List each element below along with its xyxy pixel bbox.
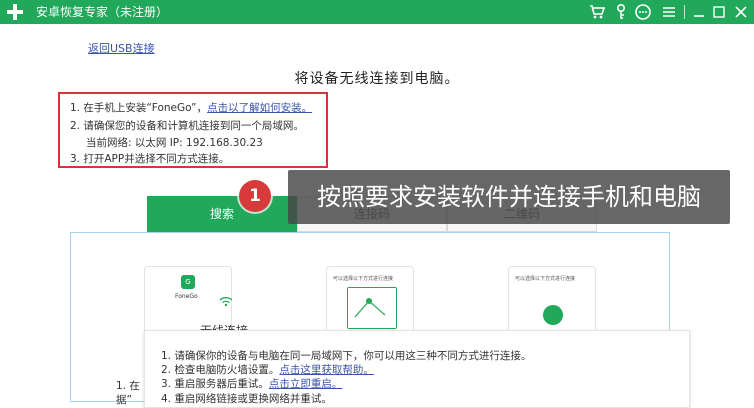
wifi-icon bbox=[219, 297, 233, 307]
close-icon[interactable] bbox=[732, 3, 750, 21]
cart-icon[interactable] bbox=[588, 3, 606, 21]
card-3-title: 可以选择以下方式进行连接 bbox=[515, 276, 576, 282]
note-2: 2. 检查电脑防火墙设置。点击这里获取帮助。 bbox=[161, 362, 374, 377]
back-to-usb-link[interactable]: 返回USB连接 bbox=[88, 40, 155, 56]
network-info: 当前网络: 以太网 IP: 192.168.30.23 bbox=[86, 137, 263, 149]
maximize-icon[interactable] bbox=[710, 3, 728, 21]
note-3-text: 3. 重启服务器后重试。 bbox=[161, 378, 269, 390]
tab-search[interactable]: 搜索 bbox=[147, 196, 297, 232]
titlebar-separator bbox=[684, 5, 685, 19]
qr-graphic bbox=[543, 305, 563, 325]
caption-overlay: 按照要求安装软件并连接手机和电脑 bbox=[288, 170, 730, 224]
firewall-help-link[interactable]: 点击这里获取帮助。 bbox=[279, 364, 374, 376]
step-badge: 1 bbox=[239, 180, 271, 212]
step-1: 1. 在手机上安装“FoneGo”，点击以了解如何安装。 bbox=[70, 100, 312, 115]
window-title: 安卓恢复专家（未注册） bbox=[36, 5, 169, 19]
connect-diagram-icon bbox=[354, 298, 386, 318]
card-2-title: 可以选择以下方式进行连接 bbox=[333, 276, 394, 282]
install-help-link[interactable]: 点击以了解如何安装。 bbox=[207, 102, 312, 114]
key-icon[interactable] bbox=[612, 3, 630, 21]
minimize-icon[interactable] bbox=[690, 3, 708, 21]
step-3: 3. 打开APP并选择不同方式连接。 bbox=[70, 153, 230, 165]
left-fragment-1: 1. 在 bbox=[116, 380, 140, 392]
note-4: 4. 重启网络链接或更换网络并重试。 bbox=[161, 393, 332, 405]
menu-icon[interactable] bbox=[660, 3, 678, 21]
note-1: 1. 请确保你的设备与电脑在同一局域网下，你可以用这三种不同方式进行连接。 bbox=[161, 350, 532, 362]
step-1-text: 1. 在手机上安装“FoneGo”， bbox=[70, 102, 208, 114]
restart-now-link[interactable]: 点击立即重启。 bbox=[269, 378, 343, 390]
note-3: 3. 重启服务器后重试。点击立即重启。 bbox=[161, 376, 342, 391]
help-notes-popup: 1. 请确保你的设备与电脑在同一局域网下，你可以用这三种不同方式进行连接。 2.… bbox=[144, 330, 690, 408]
fonego-label: FoneGo bbox=[175, 293, 198, 300]
chat-icon[interactable] bbox=[634, 3, 652, 21]
fonego-logo-icon: G bbox=[181, 275, 195, 289]
plus-logo-icon bbox=[7, 4, 23, 20]
title-bar: 安卓恢复专家（未注册） bbox=[0, 0, 754, 24]
note-2-text: 2. 检查电脑防火墙设置。 bbox=[161, 364, 280, 376]
step-2: 2. 请确保您的设备和计算机连接到同一个局域网。 bbox=[70, 120, 304, 132]
page-title: 将设备无线连接到电脑。 bbox=[294, 71, 460, 87]
